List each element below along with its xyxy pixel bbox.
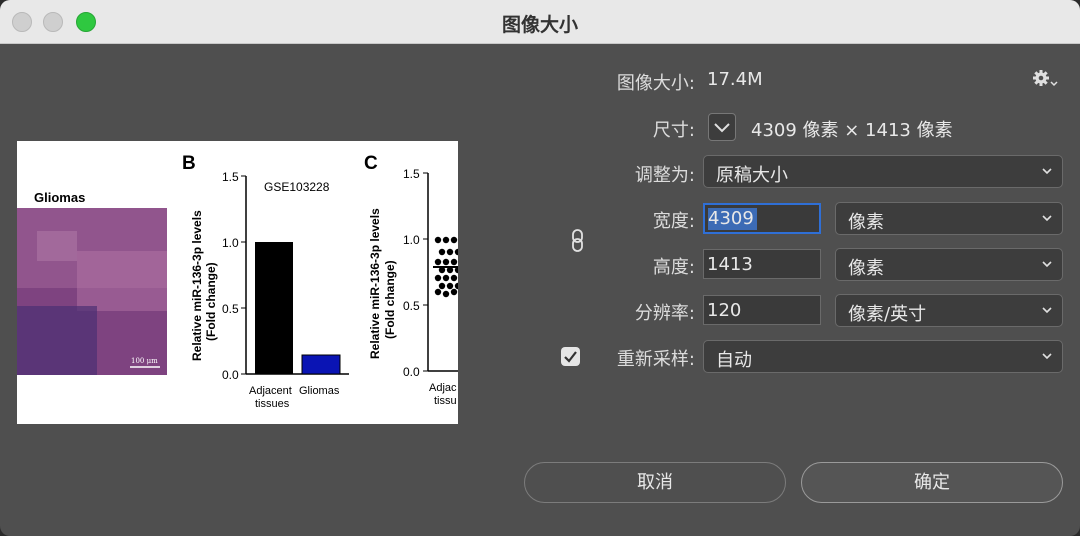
chevron-down-icon — [1042, 307, 1052, 314]
dimensions-unit-dropdown[interactable] — [708, 113, 736, 141]
panel-c-category: Adjac — [429, 382, 457, 394]
image-size-label: 图像大小: — [616, 73, 695, 94]
fit-to-value: 原稿大小 — [716, 165, 788, 186]
image-size-value: 17.4M — [707, 69, 763, 90]
title-bar: 图像大小 — [0, 0, 1080, 44]
image-size-dialog: 图像大小 Gliomas 100 μm B Relative miR-136-3… — [0, 0, 1080, 536]
resample-checkbox[interactable] — [561, 347, 580, 366]
height-label: 高度: — [652, 257, 695, 278]
resolution-input[interactable] — [704, 296, 820, 324]
resolution-field[interactable] — [703, 295, 821, 325]
resample-value: 自动 — [716, 350, 752, 371]
height-field[interactable] — [703, 249, 821, 279]
panel-b-ylabel-1: Relative miR-136-3p levels — [190, 210, 204, 361]
resample-dropdown[interactable]: 自动 — [703, 340, 1063, 373]
dimensions-value: 4309 像素 × 1413 像素 — [751, 120, 953, 141]
panel-b-tick-label: 0.0 — [222, 368, 239, 382]
settings-menu-button[interactable] — [1031, 68, 1059, 90]
panel-b-bar-adjacent — [255, 242, 293, 374]
chevron-down-icon — [1042, 215, 1052, 222]
scale-bar-label: 100 μm — [131, 357, 158, 365]
panel-c-ylabel-1: Relative miR-136-3p levels — [368, 208, 382, 359]
panel-title: Gliomas — [34, 190, 85, 205]
width-input[interactable] — [705, 205, 819, 232]
dimensions-label: 尺寸: — [652, 120, 695, 141]
checkmark-icon — [564, 351, 577, 363]
gear-icon — [1033, 70, 1058, 87]
resolution-unit-dropdown[interactable]: 像素/英寸 — [835, 294, 1063, 327]
fit-to-label: 调整为: — [634, 165, 695, 186]
width-unit-dropdown[interactable]: 像素 — [835, 202, 1063, 235]
panel-b-tick-label: 1.5 — [222, 170, 239, 184]
panel-b-tick-label: 1.0 — [222, 236, 239, 250]
panel-c-ylabel-2: (Fold change) — [383, 260, 397, 339]
panel-b-ylabel-2: (Fold change) — [204, 262, 218, 341]
panel-b-tick-label: 0.5 — [222, 302, 239, 316]
panel-b-category: Adjacent — [249, 385, 292, 397]
panel-c-tick-label: 0.5 — [403, 299, 420, 313]
cancel-button[interactable]: 取消 — [524, 462, 786, 503]
width-field[interactable] — [703, 203, 821, 234]
panel-c-tick-label: 0.0 — [403, 365, 420, 379]
width-label: 宽度: — [652, 211, 695, 232]
panel-c-letter: C — [364, 153, 378, 174]
preview-figure: Gliomas 100 μm B Relative miR-136-3p lev… — [17, 153, 458, 410]
chevron-down-icon — [1042, 261, 1052, 268]
panel-c-tick-label: 1.0 — [403, 233, 420, 247]
panel-b-category: tissues — [255, 398, 290, 410]
ok-button[interactable]: 确定 — [801, 462, 1063, 503]
panel-b-bar-gliomas — [301, 354, 341, 375]
width-unit-value: 像素 — [848, 212, 884, 233]
panel-b-dataset: GSE103228 — [264, 180, 330, 194]
resample-label: 重新采样: — [616, 349, 695, 370]
resolution-unit-value: 像素/英寸 — [848, 304, 927, 325]
image-preview[interactable]: Gliomas 100 μm B Relative miR-136-3p lev… — [17, 141, 458, 424]
height-unit-value: 像素 — [848, 258, 884, 279]
panel-c-category: tissu — [434, 395, 457, 407]
tissue-texture-mid — [77, 251, 167, 311]
tissue-texture-spot — [37, 231, 77, 261]
resolution-label: 分辨率: — [634, 303, 695, 324]
tissue-texture-lower — [17, 306, 97, 375]
chevron-down-icon — [714, 123, 730, 133]
height-unit-dropdown[interactable]: 像素 — [835, 248, 1063, 281]
chevron-down-icon — [1042, 168, 1052, 175]
panel-b-category: Gliomas — [299, 385, 340, 397]
panel-c-tick-label: 1.5 — [403, 167, 420, 181]
chevron-down-icon — [1042, 353, 1052, 360]
window-title: 图像大小 — [501, 14, 578, 36]
panel-b-letter: B — [182, 153, 196, 174]
height-input[interactable] — [704, 250, 820, 278]
fit-to-dropdown[interactable]: 原稿大小 — [703, 155, 1063, 188]
